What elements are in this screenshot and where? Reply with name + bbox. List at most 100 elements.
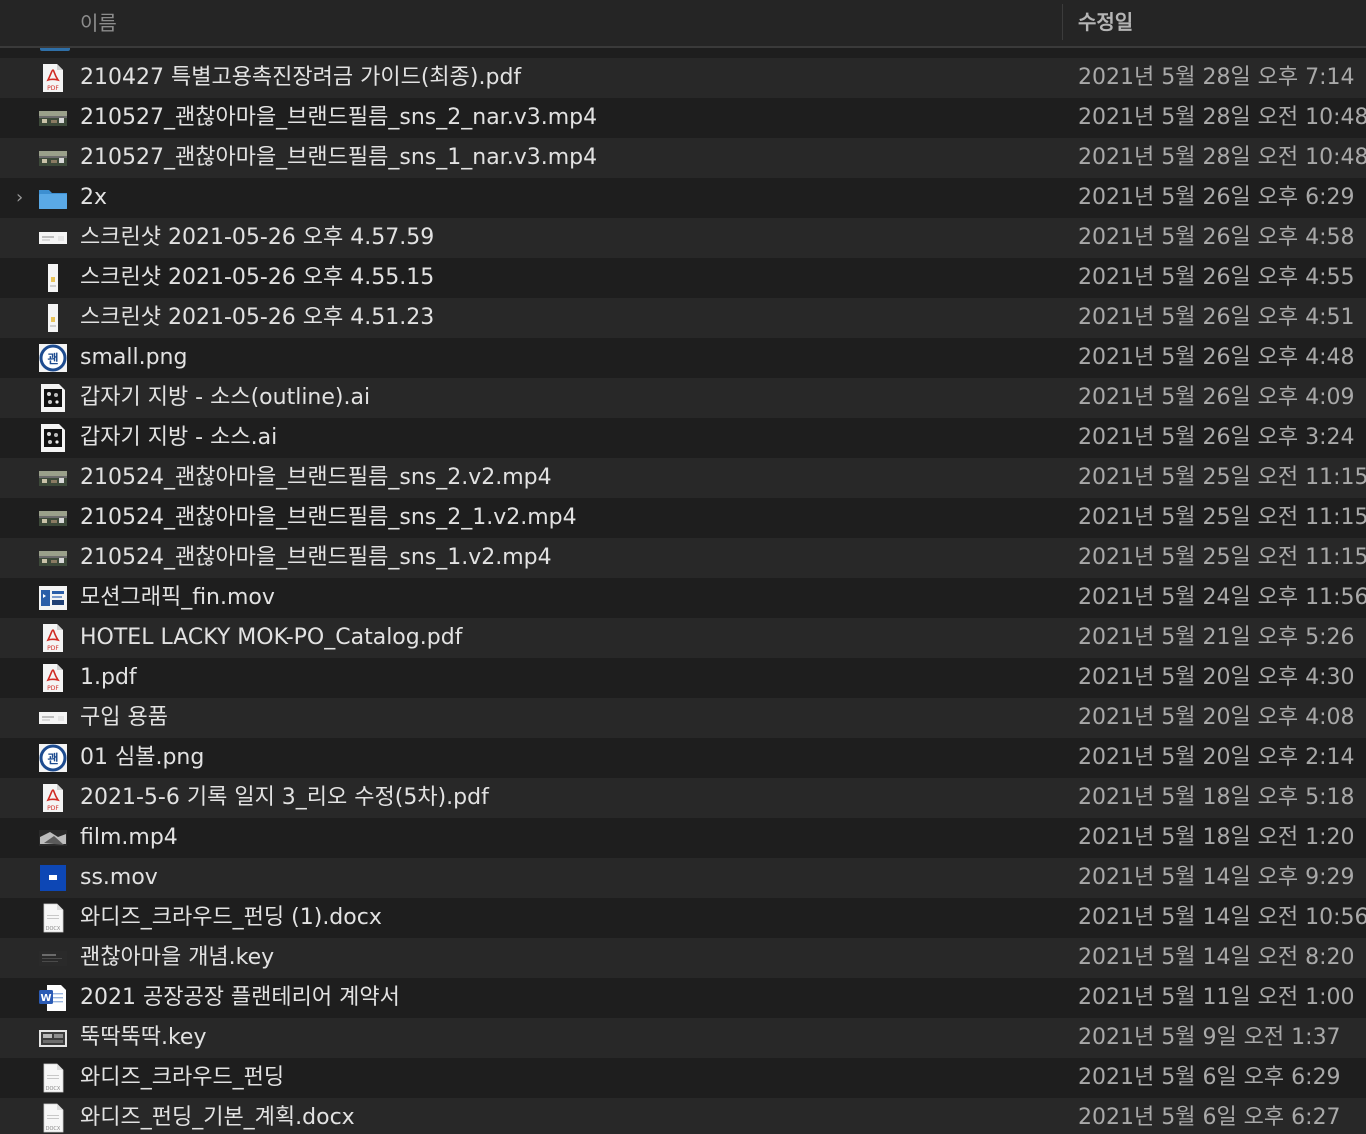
pdf-icon: PDF [38, 63, 68, 93]
svg-text:DOCX: DOCX [46, 1126, 61, 1132]
column-header-modified[interactable]: 수정일 [1078, 6, 1133, 35]
pdf-icon: PDF [38, 663, 68, 693]
file-list: PDF 210427 특별고용촉진장려금 가이드(최종).pdf 2021년 5월 … [0, 58, 1366, 1134]
column-header-bar: 이름 수정일 [0, 0, 1366, 48]
file-row[interactable]: DOCX 와디즈_크라우드_펀딩 (1).docx 2021년 5월 14일 오전 … [0, 898, 1366, 938]
svg-text:DOCX: DOCX [46, 1086, 61, 1092]
file-row[interactable]: 스크린샷 2021-05-26 오후 4.55.15 2021년 5월 26일 오… [0, 258, 1366, 298]
screenshot-wide-icon [38, 703, 68, 733]
file-row[interactable]: 갑자기 지방 - 소스.ai 2021년 5월 26일 오후 3:24 [0, 418, 1366, 458]
file-modified-date: 2021년 5월 24일 오후 11:56 [1078, 585, 1366, 610]
file-row[interactable]: W 2021 공장공장 플랜테리어 계약서 2021년 5월 11일 오전 1:00 [0, 978, 1366, 1018]
docx-icon: DOCX [38, 1103, 68, 1133]
svg-text:PDF: PDF [47, 645, 59, 652]
file-modified-date: 2021년 5월 18일 오전 1:20 [1078, 825, 1355, 850]
file-row[interactable]: 210527_괜찮아마을_브랜드필름_sns_1_nar.v3.mp4 2021년… [0, 138, 1366, 178]
file-name: small.png [80, 345, 188, 370]
file-row[interactable]: 스크린샷 2021-05-26 오후 4.51.23 2021년 5월 26일 오… [0, 298, 1366, 338]
file-modified-date: 2021년 5월 20일 오후 4:08 [1078, 705, 1355, 730]
illustrator-icon [38, 423, 68, 453]
file-modified-date: 2021년 5월 14일 오전 8:20 [1078, 945, 1355, 970]
file-modified-date: 2021년 5월 26일 오후 4:51 [1078, 305, 1355, 330]
svg-text:괜: 괜 [47, 351, 58, 366]
disclosure-chevron-icon[interactable]: › [16, 187, 30, 209]
motion-graphic-icon [38, 583, 68, 613]
file-name: 스크린샷 2021-05-26 오후 4.51.23 [80, 305, 435, 330]
svg-text:PDF: PDF [47, 805, 59, 812]
file-row[interactable]: film.mp4 2021년 5월 18일 오전 1:20 [0, 818, 1366, 858]
word-icon: W [38, 983, 68, 1013]
file-modified-date: 2021년 5월 18일 오후 5:18 [1078, 785, 1355, 810]
file-modified-date: 2021년 5월 26일 오후 4:58 [1078, 225, 1355, 250]
file-modified-date: 2021년 5월 6일 오후 6:27 [1078, 1105, 1341, 1130]
file-modified-date: 2021년 5월 26일 오후 4:48 [1078, 345, 1355, 370]
file-row[interactable]: 210524_괜찮아마을_브랜드필름_sns_1.v2.mp4 2021년 5월 … [0, 538, 1366, 578]
pdf-icon: PDF [38, 623, 68, 653]
svg-text:PDF: PDF [47, 85, 59, 92]
file-modified-date: 2021년 5월 26일 오후 4:09 [1078, 385, 1355, 410]
file-row[interactable]: 괜찮아마을 개념.key 2021년 5월 14일 오전 8:20 [0, 938, 1366, 978]
file-row[interactable]: 210524_괜찮아마을_브랜드필름_sns_2.v2.mp4 2021년 5월 … [0, 458, 1366, 498]
file-modified-date: 2021년 5월 26일 오후 4:55 [1078, 265, 1355, 290]
file-row[interactable]: 갑자기 지방 - 소스(outline).ai 2021년 5월 26일 오후 4… [0, 378, 1366, 418]
file-name: 210524_괜찮아마을_브랜드필름_sns_1.v2.mp4 [80, 545, 552, 570]
file-name: 210427 특별고용촉진장려금 가이드(최종).pdf [80, 65, 522, 90]
file-row[interactable]: PDF 210427 특별고용촉진장려금 가이드(최종).pdf 2021년 5월 … [0, 58, 1366, 98]
file-row[interactable]: 모션그래픽_fin.mov 2021년 5월 24일 오후 11:56 [0, 578, 1366, 618]
file-row[interactable]: PDF HOTEL LACKY MOK-PO_Catalog.pdf 2021년 5… [0, 618, 1366, 658]
file-modified-date: 2021년 5월 6일 오후 6:29 [1078, 1065, 1341, 1090]
file-row[interactable]: › 2x 2021년 5월 26일 오후 6:29 [0, 178, 1366, 218]
video-thumbnail-icon [38, 143, 68, 173]
column-divider[interactable] [1062, 4, 1063, 40]
video-thumbnail-icon [38, 103, 68, 133]
svg-text:PDF: PDF [47, 685, 59, 692]
file-row[interactable]: 괜 01 심볼.png 2021년 5월 20일 오후 2:14 [0, 738, 1366, 778]
file-row[interactable]: DOCX 와디즈_펀딩_기본_계획.docx 2021년 5월 6일 오후 6:27 [0, 1098, 1366, 1134]
file-name: 갑자기 지방 - 소스(outline).ai [80, 385, 371, 410]
file-row[interactable]: 스크린샷 2021-05-26 오후 4.57.59 2021년 5월 26일 오… [0, 218, 1366, 258]
svg-text:DOCX: DOCX [46, 926, 61, 932]
file-modified-date: 2021년 5월 28일 오전 10:48 [1078, 145, 1366, 170]
file-row[interactable]: 뚝딱뚝딱.key 2021년 5월 9일 오전 1:37 [0, 1018, 1366, 1058]
video-thumbnail-icon [38, 463, 68, 493]
column-header-name[interactable]: 이름 [80, 7, 117, 36]
svg-text:괜: 괜 [47, 751, 58, 766]
finder-list-view: 이름 수정일 PDF 210427 특별고용촉진장려금 가이드(최종).pdf 20… [0, 0, 1366, 1134]
file-name: 1.pdf [80, 665, 137, 690]
keynote-dark-icon [38, 943, 68, 973]
file-row[interactable]: DOCX 와디즈_크라우드_펀딩 2021년 5월 6일 오후 6:29 [0, 1058, 1366, 1098]
blue-video-icon [38, 863, 68, 893]
file-row[interactable]: 210524_괜찮아마을_브랜드필름_sns_2_1.v2.mp4 2021년 5… [0, 498, 1366, 538]
file-row[interactable]: 구입 용품 2021년 5월 20일 오후 4:08 [0, 698, 1366, 738]
file-modified-date: 2021년 5월 28일 오전 10:48 [1078, 105, 1366, 130]
illustrator-icon [38, 383, 68, 413]
svg-text:W: W [40, 993, 51, 1004]
file-modified-date: 2021년 5월 21일 오후 5:26 [1078, 625, 1355, 650]
file-name: 모션그래픽_fin.mov [80, 585, 275, 610]
file-name: 뚝딱뚝딱.key [80, 1025, 207, 1050]
file-modified-date: 2021년 5월 14일 오후 9:29 [1078, 865, 1355, 890]
screenshot-tall-icon [38, 303, 68, 333]
file-modified-date: 2021년 5월 20일 오후 4:30 [1078, 665, 1355, 690]
partial-row-icon [40, 48, 70, 51]
folder-icon [38, 183, 68, 213]
file-name: 와디즈_크라우드_펀딩 [80, 1065, 285, 1090]
file-name: 2021 공장공장 플랜테리어 계약서 [80, 985, 400, 1010]
pdf-icon: PDF [38, 783, 68, 813]
file-name: 2x [80, 185, 108, 210]
file-name: 갑자기 지방 - 소스.ai [80, 425, 278, 450]
file-row[interactable]: ss.mov 2021년 5월 14일 오후 9:29 [0, 858, 1366, 898]
file-modified-date: 2021년 5월 20일 오후 2:14 [1078, 745, 1355, 770]
file-row[interactable]: 괜 small.png 2021년 5월 26일 오후 4:48 [0, 338, 1366, 378]
file-modified-date: 2021년 5월 9일 오전 1:37 [1078, 1025, 1341, 1050]
file-modified-date: 2021년 5월 14일 오전 10:56 [1078, 905, 1366, 930]
file-modified-date: 2021년 5월 28일 오후 7:14 [1078, 65, 1355, 90]
file-name: 구입 용품 [80, 705, 168, 730]
round-logo-icon: 괜 [38, 343, 68, 373]
file-row[interactable]: 210527_괜찮아마을_브랜드필름_sns_2_nar.v3.mp4 2021년… [0, 98, 1366, 138]
file-name: 와디즈_크라우드_펀딩 (1).docx [80, 905, 382, 930]
file-name: HOTEL LACKY MOK-PO_Catalog.pdf [80, 625, 463, 650]
file-row[interactable]: PDF 1.pdf 2021년 5월 20일 오후 4:30 [0, 658, 1366, 698]
file-name: 210527_괜찮아마을_브랜드필름_sns_1_nar.v3.mp4 [80, 145, 598, 170]
file-row[interactable]: PDF 2021-5-6 기록 일지 3_리오 수정(5차).pdf 2021년 5… [0, 778, 1366, 818]
